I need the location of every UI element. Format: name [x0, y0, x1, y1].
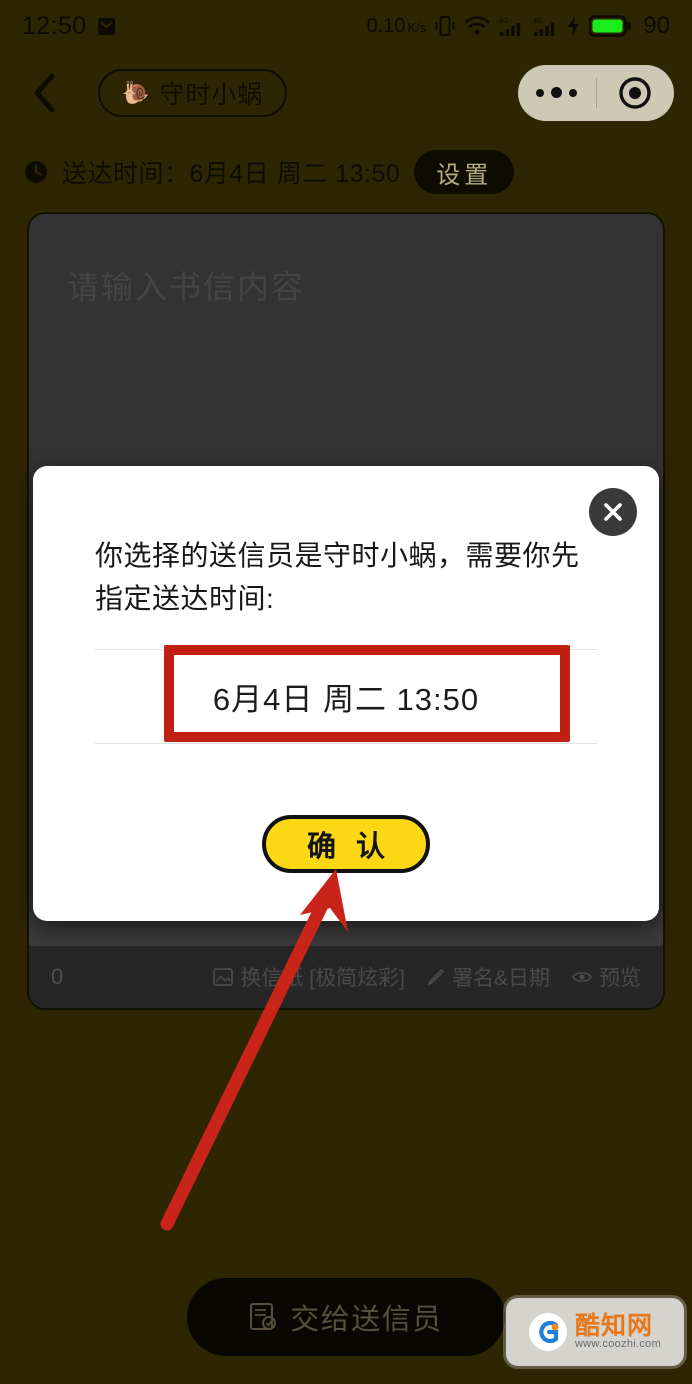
target-icon[interactable]	[597, 76, 675, 110]
battery-level: 90	[643, 12, 670, 39]
more-dots-icon[interactable]	[518, 87, 596, 98]
phone-screen: 12:50 0.10 K/s 4G 4G 90 🐌 守时小蜗 送达时间：6月4日…	[0, 0, 692, 1384]
pen-icon	[427, 968, 445, 986]
change-paper-label: 换信纸 [极简炫彩]	[240, 967, 405, 990]
watermark-url: www.coozhi.com	[574, 1338, 662, 1351]
char-count: 0	[51, 964, 64, 989]
settings-button[interactable]: 设置	[414, 150, 515, 194]
eye-icon	[572, 969, 592, 985]
delivery-time-row: 送达时间：6月4日 周二 13:50 设置	[24, 150, 515, 194]
signature-date-label: 署名&日期	[451, 967, 550, 990]
preview-label: 预览	[599, 967, 641, 990]
submit-to-courier-button[interactable]: 交给送信员	[187, 1278, 505, 1356]
watermark-texts: 酷知网 www.coozhi.com	[575, 1313, 661, 1351]
image-icon	[213, 967, 234, 987]
vibrate-icon	[435, 14, 455, 38]
back-chevron-icon	[33, 73, 57, 113]
status-bar: 12:50 0.10 K/s 4G 4G 90	[0, 0, 692, 52]
modal-message: 你选择的送信员是守时小蜗，需要你先指定送达时间:	[95, 540, 580, 615]
close-icon	[601, 500, 625, 524]
confirm-button-label: 确 认	[306, 831, 392, 863]
charging-bolt-icon	[567, 16, 580, 36]
coozhi-logo-icon	[528, 1313, 567, 1351]
wifi-icon	[464, 16, 490, 36]
network-speed: 0.10 K/s	[367, 15, 427, 38]
signal-4g-icon: 4G	[533, 15, 558, 37]
delivery-time-modal: 你选择的送信员是守时小蜗，需要你先指定送达时间: 6月4日 周二 13:50 确…	[33, 466, 659, 921]
site-watermark: 酷知网 www.coozhi.com	[506, 1298, 684, 1366]
signature-date-button[interactable]: 署名&日期	[427, 962, 550, 992]
letter-placeholder: 请输入书信内容	[67, 269, 306, 305]
close-button[interactable]	[589, 488, 637, 536]
datetime-picker[interactable]: 6月4日 周二 13:50	[95, 649, 597, 744]
svg-text:4G: 4G	[499, 18, 508, 25]
status-bar-time: 12:50	[22, 11, 87, 40]
picker-selected-value[interactable]: 6月4日 周二 13:50	[95, 649, 597, 744]
svg-text:4G: 4G	[533, 18, 542, 25]
miniprogram-capsule[interactable]	[518, 64, 675, 121]
status-bar-right: 0.10 K/s 4G 4G 90	[367, 12, 670, 40]
clock-icon	[24, 160, 48, 184]
letter-tools: 换信纸 [极简炫彩] 署名&日期 预览	[213, 962, 641, 992]
network-speed-unit: K/s	[407, 19, 427, 35]
battery-icon	[589, 15, 631, 37]
snail-icon: 🐌	[122, 79, 151, 105]
network-speed-value: 0.10	[366, 14, 406, 37]
courier-chip[interactable]: 🐌 守时小蜗	[98, 68, 288, 117]
delivery-time-label: 送达时间：6月4日 周二 13:50	[62, 160, 401, 188]
change-paper-button[interactable]: 换信纸 [极简炫彩]	[213, 962, 405, 992]
watermark-title: 酷知网	[574, 1312, 653, 1341]
mail-icon	[97, 16, 116, 37]
signal-4g-icon: 4G	[499, 15, 524, 37]
settings-button-label: 设置	[436, 161, 493, 189]
preview-button[interactable]: 预览	[572, 962, 641, 992]
confirm-button[interactable]: 确 认	[262, 815, 430, 873]
submit-to-courier-label: 交给送信员	[290, 1304, 443, 1336]
back-button[interactable]	[25, 73, 65, 113]
letter-toolbar: 0 换信纸 [极简炫彩] 署名&日期 预览	[29, 946, 663, 1008]
letter-send-icon	[249, 1302, 277, 1332]
courier-name: 守时小蜗	[159, 80, 264, 109]
navigation-bar: 🐌 守时小蜗	[0, 55, 692, 130]
